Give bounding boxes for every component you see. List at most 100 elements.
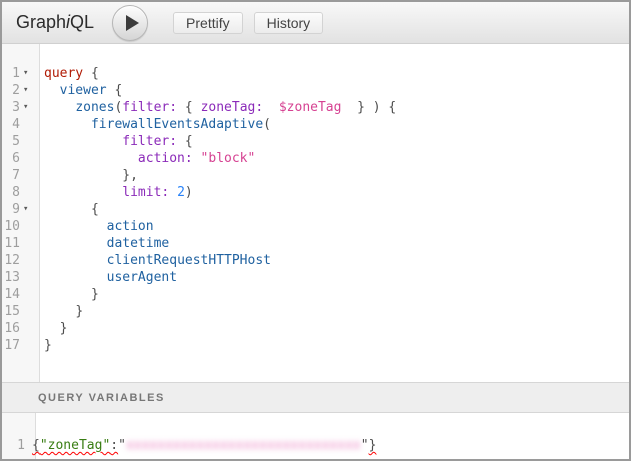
code-text: } bbox=[39, 337, 52, 354]
history-button[interactable]: History bbox=[254, 12, 324, 34]
logo-text-graph: Graph bbox=[16, 12, 66, 32]
code-line: 16 } bbox=[2, 320, 629, 337]
token-number: 2 bbox=[177, 185, 185, 200]
token-punct: " bbox=[361, 438, 369, 453]
token-argument: limit: bbox=[122, 185, 169, 200]
token-punct: } bbox=[44, 338, 52, 353]
code-text: } bbox=[39, 303, 83, 320]
line-number: 1 bbox=[2, 437, 25, 454]
code-line: 5 filter: { bbox=[2, 133, 629, 150]
code-text: { bbox=[39, 201, 99, 218]
line-number: 17 bbox=[2, 337, 20, 354]
token-argument: action: bbox=[138, 151, 193, 166]
code-line: 12 clientRequestHTTPHost bbox=[2, 252, 629, 269]
line-number: 8 bbox=[2, 184, 20, 201]
code-line: 10 action bbox=[2, 218, 629, 235]
code-line: 8 limit: 2) bbox=[2, 184, 629, 201]
token-plain bbox=[44, 287, 91, 302]
line-number: 15 bbox=[2, 303, 20, 320]
token-plain bbox=[44, 83, 60, 98]
fold-arrow-icon[interactable]: ▾ bbox=[20, 65, 39, 82]
code-text: action: "block" bbox=[39, 150, 255, 167]
fold-gutter-spacer bbox=[20, 320, 39, 337]
token-field: clientRequestHTTPHost bbox=[107, 253, 271, 268]
prettify-button[interactable]: Prettify bbox=[173, 12, 243, 34]
token-punct: }, bbox=[122, 168, 138, 183]
code-line: 13 userAgent bbox=[2, 269, 629, 286]
token-plain bbox=[44, 117, 91, 132]
token-plain bbox=[263, 100, 279, 115]
token-punct: " bbox=[118, 438, 126, 453]
token-plain bbox=[193, 151, 201, 166]
fold-gutter-spacer bbox=[20, 235, 39, 252]
fold-gutter-spacer bbox=[20, 167, 39, 184]
token-keyword: query bbox=[44, 66, 83, 81]
token-punct: : bbox=[110, 438, 118, 453]
token-field: viewer bbox=[60, 83, 107, 98]
code-text: filter: { bbox=[39, 133, 193, 150]
code-text: query { bbox=[39, 65, 99, 82]
variables-editor[interactable]: 1{"zoneTag":"xxxxxxxxxxxxxxxxxxxxxxxxxxx… bbox=[2, 413, 629, 459]
token-plain bbox=[44, 321, 60, 336]
line-number: 16 bbox=[2, 320, 20, 337]
line-number: 11 bbox=[2, 235, 20, 252]
code-text: limit: 2) bbox=[39, 184, 193, 201]
fold-gutter-spacer bbox=[20, 116, 39, 133]
token-plain bbox=[44, 253, 107, 268]
code-text: clientRequestHTTPHost bbox=[39, 252, 271, 269]
fold-gutter-spacer bbox=[20, 150, 39, 167]
fold-arrow-icon[interactable]: ▾ bbox=[20, 82, 39, 99]
line-number: 7 bbox=[2, 167, 20, 184]
variables-code-lines: 1{"zoneTag":"xxxxxxxxxxxxxxxxxxxxxxxxxxx… bbox=[2, 413, 629, 454]
token-field: firewallEventsAdaptive bbox=[91, 117, 263, 132]
fold-gutter-spacer bbox=[20, 269, 39, 286]
toolbar: GraphiQL Prettify History bbox=[2, 2, 629, 44]
token-argument: filter: bbox=[122, 100, 177, 115]
graphiql-logo: GraphiQL bbox=[16, 12, 94, 33]
fold-gutter-spacer bbox=[20, 303, 39, 320]
token-plain bbox=[44, 134, 122, 149]
token-plain bbox=[169, 185, 177, 200]
token-plain bbox=[44, 202, 91, 217]
token-plain bbox=[44, 219, 107, 234]
code-line: 14 } bbox=[2, 286, 629, 303]
line-number: 3 bbox=[2, 99, 20, 116]
line-number: 10 bbox=[2, 218, 20, 235]
fold-gutter-spacer bbox=[20, 184, 39, 201]
token-plain bbox=[44, 236, 107, 251]
execute-query-button[interactable] bbox=[112, 5, 148, 41]
code-text: userAgent bbox=[39, 269, 177, 286]
fold-gutter-spacer bbox=[20, 218, 39, 235]
code-text: datetime bbox=[39, 235, 169, 252]
token-punct: { bbox=[177, 100, 200, 115]
token-variable: $zoneTag bbox=[279, 100, 342, 115]
code-text: } bbox=[39, 320, 67, 337]
token-punct: } bbox=[60, 321, 68, 336]
token-field: action bbox=[107, 219, 154, 234]
code-line: 17} bbox=[2, 337, 629, 354]
fold-arrow-icon[interactable]: ▾ bbox=[20, 201, 39, 218]
line-number: 13 bbox=[2, 269, 20, 286]
token-punct: ( bbox=[263, 117, 271, 132]
token-field: datetime bbox=[107, 236, 170, 251]
token-json-key: "zoneTag" bbox=[40, 438, 110, 453]
query-editor[interactable]: 1▾query {2▾ viewer {3▾ zones(filter: { z… bbox=[2, 44, 629, 382]
code-line: 15 } bbox=[2, 303, 629, 320]
line-number: 1 bbox=[2, 65, 20, 82]
query-variables-header[interactable]: QUERY VARIABLES bbox=[2, 382, 629, 413]
token-punct: { bbox=[177, 134, 193, 149]
logo-text-ql: QL bbox=[70, 12, 94, 32]
fold-arrow-icon[interactable]: ▾ bbox=[20, 99, 39, 116]
token-punct: ) bbox=[185, 185, 193, 200]
code-line: 11 datetime bbox=[2, 235, 629, 252]
token-punct: } ) { bbox=[341, 100, 396, 115]
line-number: 9 bbox=[2, 201, 20, 218]
line-number: 4 bbox=[2, 116, 20, 133]
token-punct: } bbox=[75, 304, 83, 319]
line-number: 6 bbox=[2, 150, 20, 167]
token-punct: } bbox=[91, 287, 99, 302]
line-number: 12 bbox=[2, 252, 20, 269]
code-line: 1▾query { bbox=[2, 65, 629, 82]
fold-gutter-spacer bbox=[20, 286, 39, 303]
token-plain bbox=[44, 168, 122, 183]
